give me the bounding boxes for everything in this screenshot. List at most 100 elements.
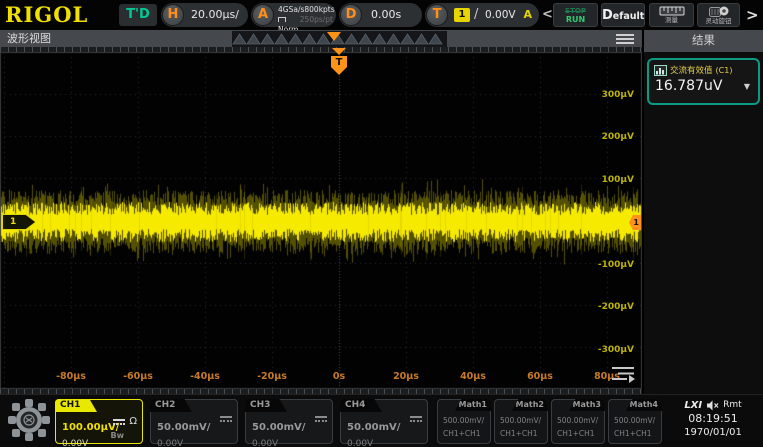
memory-depth-value: 800kpts xyxy=(304,5,334,15)
trigger-position-pointer-icon[interactable] xyxy=(332,48,346,55)
ch1-tab: CH1 xyxy=(55,399,97,412)
run-label: RUN xyxy=(554,15,597,24)
system-status-block[interactable]: LXI Rmt 08:19:51 1970/01/01 xyxy=(666,398,760,439)
plot-quick-menu-icon[interactable] xyxy=(610,365,636,383)
y-axis-tick-label: 300μV xyxy=(602,90,634,100)
math3-card[interactable]: Math3 500.00mV/ CH1+CH1 xyxy=(551,399,605,444)
delay-settings-button[interactable]: D 0.00s xyxy=(339,3,422,27)
memory-waveform-preview[interactable] xyxy=(232,31,447,47)
measure-button[interactable]: 测量 xyxy=(649,3,694,27)
speaker-muted-icon xyxy=(706,400,719,411)
horizontal-scale-value: 20.00μs/ xyxy=(191,3,239,27)
math3-tab: Math3 xyxy=(569,399,605,411)
toolbar-scroll-right-icon[interactable]: > xyxy=(746,0,759,30)
lxi-logo: LXI xyxy=(684,400,702,411)
math2-expression: CH1+CH1 xyxy=(500,429,538,438)
brand-logo: RIGOL xyxy=(5,2,88,27)
channel-status-bar: CH1 100.00μV/ Ω 0.00V Bw CH2 50.00mV/ 0.… xyxy=(0,394,763,447)
dc-coupling-icon xyxy=(220,416,232,422)
x-axis-tick-label: -40μs xyxy=(183,371,227,382)
dc-coupling-icon xyxy=(410,416,422,422)
acquisition-settings-button[interactable]: A 4GSa/s 800kpts Norm 250ps/pt xyxy=(251,3,336,27)
channel-ch4-card[interactable]: CH4 50.00mV/ 0.00V xyxy=(340,399,428,444)
math4-scale: 500.00mV/ xyxy=(614,416,655,425)
math2-tab: Math2 xyxy=(512,399,548,411)
oscilloscope-screen: RIGOL T'D H 20.00μs/ A 4GSa/s 800kpts No… xyxy=(0,0,763,447)
measurement-dropdown-icon[interactable]: ▼ xyxy=(744,82,750,91)
trigger-sweep-mode: A xyxy=(523,3,532,27)
waveform-view-title: 波形视图 xyxy=(7,30,51,47)
ch3-tab: CH3 xyxy=(245,399,287,412)
preview-trigger-position-icon[interactable] xyxy=(327,32,341,41)
delay-value: 0.00s xyxy=(371,3,401,27)
sample-rate-value: 4GSa/s xyxy=(278,5,304,15)
impedance-label: Ω xyxy=(129,416,137,427)
gear-icon xyxy=(7,398,51,442)
toolbar-scroll-left-icon[interactable]: < xyxy=(542,0,553,30)
math1-card[interactable]: Math1 500.00mV/ CH1+CH1 xyxy=(437,399,491,444)
math4-expression: CH1+CH1 xyxy=(614,429,652,438)
y-axis-tick-label: 100μV xyxy=(602,175,634,185)
y-axis-tick-label: -100μV xyxy=(598,260,634,270)
math2-scale: 500.00mV/ xyxy=(500,416,541,425)
trigger-source-badge: 1 xyxy=(454,8,470,22)
measurement-result-card[interactable]: 交流有效值 (C1) 16.787uV ▼ xyxy=(647,58,760,105)
horizontal-settings-button[interactable]: H 20.00μs/ xyxy=(161,3,248,27)
measurement-stat-icon xyxy=(654,65,667,76)
ch2-offset: 0.00V xyxy=(157,439,183,447)
waveform-view-titlebar: 波形视图 xyxy=(0,30,642,52)
trigger-key-icon: T xyxy=(426,4,448,26)
y-axis-tick-label: -200μV xyxy=(598,302,634,312)
trigger-level-value: 0.00V xyxy=(485,3,516,27)
y-axis-tick-label: -300μV xyxy=(598,345,634,355)
measurement-value: 16.787uV xyxy=(655,78,722,94)
view-menu-icon[interactable] xyxy=(616,34,634,46)
measurement-source: (C1) xyxy=(716,66,733,75)
ch3-offset: 0.00V xyxy=(252,439,278,447)
channel-ch3-card[interactable]: CH3 50.00mV/ 0.00V xyxy=(245,399,333,444)
trigger-status-badge: T'D xyxy=(119,4,157,26)
trigger-slope-icon: / xyxy=(474,3,478,27)
ch2-tab: CH2 xyxy=(150,399,192,412)
stop-label: STOP xyxy=(554,7,597,15)
knob-icon xyxy=(709,5,729,17)
horizontal-key-icon: H xyxy=(162,4,184,26)
flex-knob-label: 灵动旋钮 xyxy=(706,18,732,25)
x-axis-tick-label: 0s xyxy=(317,371,361,382)
trigger-settings-button[interactable]: T 1 / 0.00V A xyxy=(425,3,539,27)
pulse-icon xyxy=(278,17,286,22)
math4-tab: Math4 xyxy=(626,399,662,411)
ch4-offset: 0.00V xyxy=(347,439,373,447)
ch1-bandwidth-label: Bw xyxy=(111,431,125,440)
settings-gear-button[interactable] xyxy=(6,398,52,444)
math3-scale: 500.00mV/ xyxy=(557,416,598,425)
top-toolbar: RIGOL T'D H 20.00μs/ A 4GSa/s 800kpts No… xyxy=(0,0,763,30)
measure-label: 测量 xyxy=(665,17,678,24)
waveform-canvas xyxy=(0,52,642,389)
remote-indicator: Rmt xyxy=(723,400,742,410)
results-panel: 结果 交流有效值 (C1) 16.787uV ▼ xyxy=(643,30,763,394)
acquisition-key-icon: A xyxy=(252,4,274,26)
default-button[interactable]: Default xyxy=(601,3,645,27)
math2-card[interactable]: Math2 500.00mV/ CH1+CH1 xyxy=(494,399,548,444)
math1-scale: 500.00mV/ xyxy=(443,416,484,425)
ch1-offset: 0.00V xyxy=(62,439,88,447)
x-axis-tick-label: 60μs xyxy=(518,371,562,382)
math3-expression: CH1+CH1 xyxy=(557,429,595,438)
channel-ch1-card[interactable]: CH1 100.00μV/ Ω 0.00V Bw xyxy=(55,399,143,444)
ch4-tab: CH4 xyxy=(340,399,382,412)
waveform-display[interactable]: 300μV200μV100μV-100μV-200μV-300μV -80μs-… xyxy=(0,52,642,389)
x-axis-tick-label: -60μs xyxy=(116,371,160,382)
math1-tab: Math1 xyxy=(455,399,491,411)
delay-key-icon: D xyxy=(340,4,362,26)
system-date: 1970/01/01 xyxy=(666,426,760,439)
flex-knob-button[interactable]: 灵动旋钮 xyxy=(697,3,740,27)
x-axis-tick-label: 20μs xyxy=(384,371,428,382)
system-time: 08:19:51 xyxy=(666,412,760,426)
math4-card[interactable]: Math4 500.00mV/ CH1+CH1 xyxy=(608,399,662,444)
dc-coupling-icon xyxy=(315,416,327,422)
x-axis-tick-label: -80μs xyxy=(49,371,93,382)
channel-ch2-card[interactable]: CH2 50.00mV/ 0.00V xyxy=(150,399,238,444)
x-axis-tick-label: -20μs xyxy=(250,371,294,382)
stop-run-button[interactable]: STOP RUN xyxy=(553,3,598,27)
